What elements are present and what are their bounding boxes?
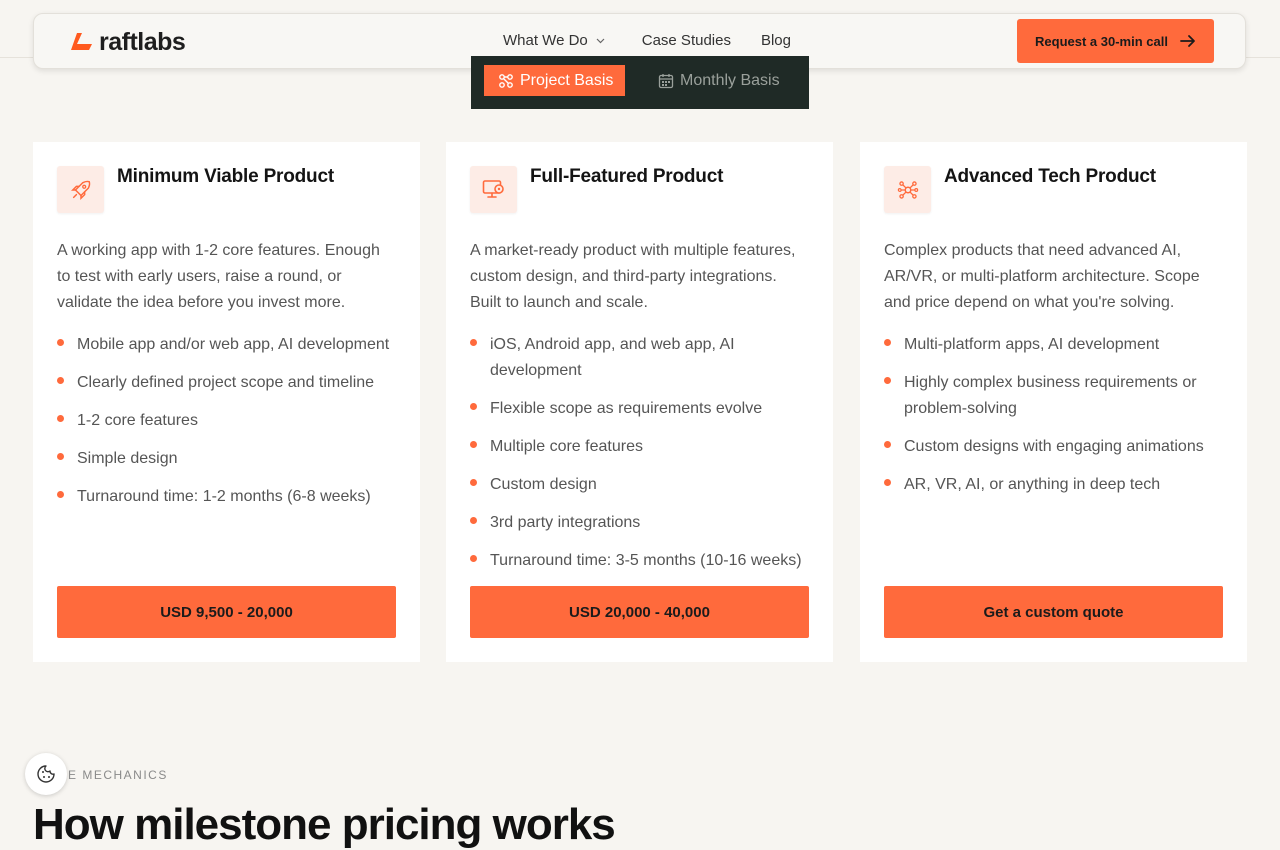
bullet-dot-icon bbox=[470, 517, 477, 524]
list-item: Highly complex business requirements or … bbox=[884, 370, 1229, 422]
list-item: Clearly defined project scope and timeli… bbox=[57, 370, 402, 396]
bullet-dot-icon bbox=[884, 377, 891, 384]
feature-list: Mobile app and/or web app, AI developmen… bbox=[57, 332, 402, 522]
card-icon-box bbox=[470, 166, 517, 213]
request-call-label: Request a 30-min call bbox=[1035, 33, 1168, 49]
card-icon-box bbox=[57, 166, 104, 213]
list-item: Turnaround time: 1-2 months (6-8 weeks) bbox=[57, 484, 402, 510]
list-item: 3rd party integrations bbox=[470, 510, 815, 536]
list-item: Multiple core features bbox=[470, 434, 815, 460]
feature-text: Multiple core features bbox=[490, 438, 643, 455]
bullet-dot-icon bbox=[470, 479, 477, 486]
feature-text: Highly complex business requirements or … bbox=[904, 374, 1197, 417]
list-item: 1-2 core features bbox=[57, 408, 402, 434]
arrow-right-icon bbox=[1180, 34, 1196, 48]
raftlabs-logo-icon bbox=[71, 32, 92, 50]
card-title: Minimum Viable Product bbox=[117, 166, 334, 187]
cookie-icon bbox=[37, 765, 55, 783]
list-item: Turnaround time: 3-5 months (10-16 weeks… bbox=[470, 548, 815, 574]
feature-text: AR, VR, AI, or anything in deep tech bbox=[904, 476, 1161, 493]
pricing-toggle: Project Basis Monthly Basis bbox=[471, 56, 809, 109]
feature-text: Turnaround time: 3-5 months (10-16 weeks… bbox=[490, 552, 802, 569]
feature-text: iOS, Android app, and web app, AI develo… bbox=[490, 336, 735, 379]
bullet-dot-icon bbox=[57, 377, 64, 384]
monitor-settings-icon bbox=[482, 179, 504, 198]
request-call-button[interactable]: Request a 30-min call bbox=[1017, 19, 1214, 63]
section-eyebrow: E MECHANICS bbox=[68, 768, 168, 782]
bullet-dot-icon bbox=[470, 403, 477, 410]
nodes-icon bbox=[499, 73, 513, 88]
list-item: Custom designs with engaging animations bbox=[884, 434, 1229, 460]
feature-text: Mobile app and/or web app, AI developmen… bbox=[77, 336, 390, 353]
cookie-settings-button[interactable] bbox=[25, 753, 67, 795]
bullet-dot-icon bbox=[57, 339, 64, 346]
feature-list: Multi-platform apps, AI development High… bbox=[884, 332, 1229, 510]
feature-text: Turnaround time: 1-2 months (6-8 weeks) bbox=[77, 488, 371, 505]
card-title: Advanced Tech Product bbox=[944, 166, 1156, 187]
nav-item-what-we-do[interactable]: What We Do bbox=[503, 32, 605, 49]
nav-item-blog[interactable]: Blog bbox=[761, 32, 791, 49]
feature-text: 1-2 core features bbox=[77, 412, 198, 429]
card-description: A market-ready product with multiple fea… bbox=[470, 242, 796, 311]
bullet-dot-icon bbox=[470, 441, 477, 448]
network-icon bbox=[897, 180, 918, 199]
tab-project-basis[interactable]: Project Basis bbox=[484, 65, 626, 96]
bullet-dot-icon bbox=[57, 491, 64, 498]
price-button[interactable]: USD 9,500 - 20,000 bbox=[57, 586, 396, 638]
main-menu: What We Do Case Studies Blog bbox=[503, 32, 791, 49]
nav-item-label: What We Do bbox=[503, 32, 588, 49]
bullet-dot-icon bbox=[884, 441, 891, 448]
custom-quote-button[interactable]: Get a custom quote bbox=[884, 586, 1223, 638]
pricing-card-full-featured: Full-Featured Product A market-ready pro… bbox=[446, 142, 833, 662]
feature-text: Simple design bbox=[77, 450, 178, 467]
pricing-card-advanced-tech: Advanced Tech Product Complex products t… bbox=[860, 142, 1247, 662]
list-item: AR, VR, AI, or anything in deep tech bbox=[884, 472, 1229, 498]
card-title: Full-Featured Product bbox=[530, 166, 724, 187]
price-button[interactable]: USD 20,000 - 40,000 bbox=[470, 586, 809, 638]
bullet-dot-icon bbox=[57, 453, 64, 460]
feature-text: Custom designs with engaging animations bbox=[904, 438, 1204, 455]
card-icon-box bbox=[884, 166, 931, 213]
card-description: Complex products that need advanced AI, … bbox=[884, 242, 1200, 311]
rocket-icon bbox=[70, 180, 90, 200]
feature-text: Flexible scope as requirements evolve bbox=[490, 400, 763, 417]
chevron-down-icon bbox=[596, 38, 605, 44]
list-item: Simple design bbox=[57, 446, 402, 472]
bullet-dot-icon bbox=[470, 339, 477, 346]
tab-label: Project Basis bbox=[520, 71, 614, 89]
bullet-dot-icon bbox=[884, 339, 891, 346]
nav-item-label: Blog bbox=[760, 32, 791, 49]
list-item: iOS, Android app, and web app, AI develo… bbox=[470, 332, 815, 384]
brand-name: raftlabs bbox=[99, 28, 186, 56]
list-item: Multi-platform apps, AI development bbox=[884, 332, 1229, 358]
feature-list: iOS, Android app, and web app, AI develo… bbox=[470, 332, 815, 586]
bullet-dot-icon bbox=[57, 415, 64, 422]
list-item: Custom design bbox=[470, 472, 815, 498]
tab-label: Monthly Basis bbox=[680, 71, 780, 89]
feature-text: Multi-platform apps, AI development bbox=[904, 336, 1160, 353]
feature-text: Custom design bbox=[490, 476, 597, 493]
brand-logo[interactable]: raftlabs bbox=[68, 28, 186, 57]
tab-monthly-basis[interactable]: Monthly Basis bbox=[658, 65, 780, 96]
feature-text: 3rd party integrations bbox=[490, 514, 641, 531]
calendar-icon bbox=[658, 73, 674, 88]
card-description: A working app with 1-2 core features. En… bbox=[57, 242, 380, 311]
list-item: Mobile app and/or web app, AI developmen… bbox=[57, 332, 402, 358]
feature-text: Clearly defined project scope and timeli… bbox=[77, 374, 375, 391]
pricing-card-mvp: Minimum Viable Product A working app wit… bbox=[33, 142, 420, 662]
list-item: Flexible scope as requirements evolve bbox=[470, 396, 815, 422]
bullet-dot-icon bbox=[470, 555, 477, 562]
nav-item-case-studies[interactable]: Case Studies bbox=[642, 32, 731, 49]
section-heading: How milestone pricing works bbox=[33, 800, 616, 849]
nav-item-label: Case Studies bbox=[641, 32, 731, 49]
bullet-dot-icon bbox=[884, 479, 891, 486]
